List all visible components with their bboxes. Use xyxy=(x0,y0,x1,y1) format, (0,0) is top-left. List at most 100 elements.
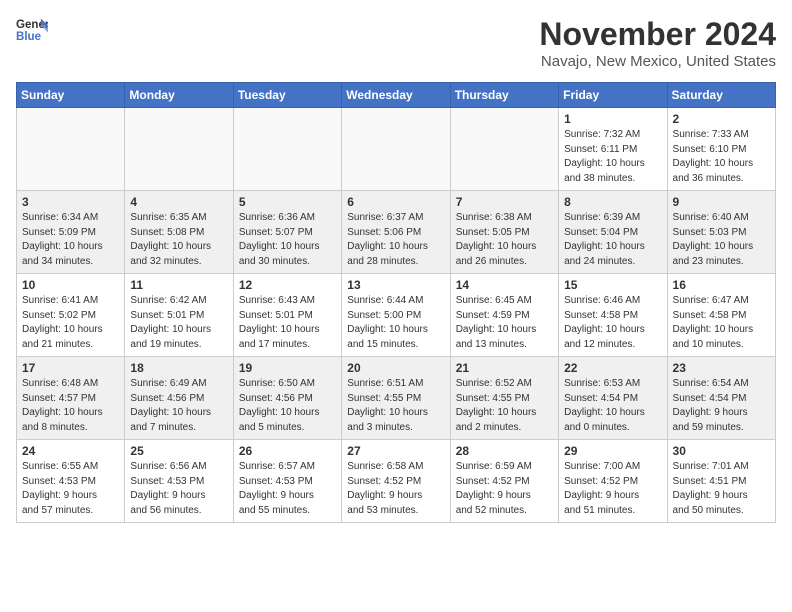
logo: General Blue xyxy=(16,16,48,44)
calendar-cell: 25 Sunrise: 6:56 AM Sunset: 4:53 PM Dayli… xyxy=(125,440,233,523)
day-info: Sunrise: 7:32 AM Sunset: 6:11 PM Dayligh… xyxy=(564,128,661,186)
day-info: Sunrise: 6:51 AM Sunset: 4:55 PM Dayligh… xyxy=(347,377,444,435)
day-header-sunday: Sunday xyxy=(17,83,125,108)
calendar-table: SundayMondayTuesdayWednesdayThursdayFrid… xyxy=(16,82,776,523)
day-info: Sunrise: 6:57 AM Sunset: 4:53 PM Dayligh… xyxy=(239,460,336,518)
calendar-cell: 20 Sunrise: 6:51 AM Sunset: 4:55 PM Dayli… xyxy=(342,357,450,440)
calendar-cell: 5Sunrise: 6:36 AM Sunset: 5:07 PM Daylig… xyxy=(233,191,341,274)
day-info: Sunrise: 6:37 AM Sunset: 5:06 PM Dayligh… xyxy=(347,211,444,269)
calendar-cell: 10Sunrise: 6:41 AM Sunset: 5:02 PM Dayli… xyxy=(17,274,125,357)
calendar-cell: 26 Sunrise: 6:57 AM Sunset: 4:53 PM Dayli… xyxy=(233,440,341,523)
day-info: Sunrise: 6:36 AM Sunset: 5:07 PM Dayligh… xyxy=(239,211,336,269)
day-info: Sunrise: 7:00 AM Sunset: 4:52 PM Dayligh… xyxy=(564,460,661,518)
day-header-tuesday: Tuesday xyxy=(233,83,341,108)
calendar-cell xyxy=(342,108,450,191)
calendar-cell: 11 Sunrise: 6:42 AM Sunset: 5:01 PM Dayli… xyxy=(125,274,233,357)
day-number: 3 xyxy=(22,195,119,209)
day-number: 17 xyxy=(22,361,119,375)
calendar-cell: 13 Sunrise: 6:44 AM Sunset: 5:00 PM Dayli… xyxy=(342,274,450,357)
day-header-thursday: Thursday xyxy=(450,83,558,108)
calendar-cell: 4 Sunrise: 6:35 AM Sunset: 5:08 PM Daylig… xyxy=(125,191,233,274)
day-number: 14 xyxy=(456,278,553,292)
calendar-cell: 28Sunrise: 6:59 AM Sunset: 4:52 PM Dayli… xyxy=(450,440,558,523)
week-row-3: 10Sunrise: 6:41 AM Sunset: 5:02 PM Dayli… xyxy=(17,274,776,357)
day-info: Sunrise: 6:46 AM Sunset: 4:58 PM Dayligh… xyxy=(564,294,661,352)
calendar-cell: 19 Sunrise: 6:50 AM Sunset: 4:56 PM Dayli… xyxy=(233,357,341,440)
month-title: November 2024 xyxy=(539,16,776,53)
day-number: 6 xyxy=(347,195,444,209)
calendar-cell: 14Sunrise: 6:45 AM Sunset: 4:59 PM Dayli… xyxy=(450,274,558,357)
day-number: 22 xyxy=(564,361,661,375)
calendar-cell: 12Sunrise: 6:43 AM Sunset: 5:01 PM Dayli… xyxy=(233,274,341,357)
day-number: 13 xyxy=(347,278,444,292)
calendar-cell: 30Sunrise: 7:01 AM Sunset: 4:51 PM Dayli… xyxy=(667,440,775,523)
calendar-cell: 1Sunrise: 7:32 AM Sunset: 6:11 PM Daylig… xyxy=(559,108,667,191)
calendar-cell: 24 Sunrise: 6:55 AM Sunset: 4:53 PM Dayli… xyxy=(17,440,125,523)
day-info: Sunrise: 6:52 AM Sunset: 4:55 PM Dayligh… xyxy=(456,377,553,435)
day-info: Sunrise: 6:34 AM Sunset: 5:09 PM Dayligh… xyxy=(22,211,119,269)
page-header: General Blue November 2024 Navajo, New M… xyxy=(16,16,776,70)
calendar-cell xyxy=(450,108,558,191)
day-number: 24 xyxy=(22,444,119,458)
calendar-cell: 18 Sunrise: 6:49 AM Sunset: 4:56 PM Dayli… xyxy=(125,357,233,440)
calendar-cell: 9 Sunrise: 6:40 AM Sunset: 5:03 PM Daylig… xyxy=(667,191,775,274)
day-header-wednesday: Wednesday xyxy=(342,83,450,108)
header-row: SundayMondayTuesdayWednesdayThursdayFrid… xyxy=(17,83,776,108)
day-number: 8 xyxy=(564,195,661,209)
day-info: Sunrise: 7:33 AM Sunset: 6:10 PM Dayligh… xyxy=(673,128,770,186)
calendar-cell: 16 Sunrise: 6:47 AM Sunset: 4:58 PM Dayli… xyxy=(667,274,775,357)
day-info: Sunrise: 6:40 AM Sunset: 5:03 PM Dayligh… xyxy=(673,211,770,269)
calendar-cell: 22 Sunrise: 6:53 AM Sunset: 4:54 PM Dayli… xyxy=(559,357,667,440)
week-row-2: 3 Sunrise: 6:34 AM Sunset: 5:09 PM Daylig… xyxy=(17,191,776,274)
day-number: 19 xyxy=(239,361,336,375)
calendar-cell: 23Sunrise: 6:54 AM Sunset: 4:54 PM Dayli… xyxy=(667,357,775,440)
day-number: 4 xyxy=(130,195,227,209)
day-info: Sunrise: 6:35 AM Sunset: 5:08 PM Dayligh… xyxy=(130,211,227,269)
calendar-cell: 17Sunrise: 6:48 AM Sunset: 4:57 PM Dayli… xyxy=(17,357,125,440)
day-header-friday: Friday xyxy=(559,83,667,108)
calendar-cell: 8 Sunrise: 6:39 AM Sunset: 5:04 PM Daylig… xyxy=(559,191,667,274)
day-info: Sunrise: 6:42 AM Sunset: 5:01 PM Dayligh… xyxy=(130,294,227,352)
day-number: 30 xyxy=(673,444,770,458)
day-info: Sunrise: 6:56 AM Sunset: 4:53 PM Dayligh… xyxy=(130,460,227,518)
calendar-cell xyxy=(17,108,125,191)
day-info: Sunrise: 6:44 AM Sunset: 5:00 PM Dayligh… xyxy=(347,294,444,352)
day-number: 26 xyxy=(239,444,336,458)
day-number: 10 xyxy=(22,278,119,292)
day-number: 21 xyxy=(456,361,553,375)
calendar-cell: 15 Sunrise: 6:46 AM Sunset: 4:58 PM Dayli… xyxy=(559,274,667,357)
calendar-cell xyxy=(125,108,233,191)
title-block: November 2024 Navajo, New Mexico, United… xyxy=(539,16,776,70)
day-number: 27 xyxy=(347,444,444,458)
day-number: 20 xyxy=(347,361,444,375)
day-number: 18 xyxy=(130,361,227,375)
day-number: 29 xyxy=(564,444,661,458)
day-info: Sunrise: 6:50 AM Sunset: 4:56 PM Dayligh… xyxy=(239,377,336,435)
day-number: 9 xyxy=(673,195,770,209)
day-info: Sunrise: 6:59 AM Sunset: 4:52 PM Dayligh… xyxy=(456,460,553,518)
calendar-cell: 29 Sunrise: 7:00 AM Sunset: 4:52 PM Dayli… xyxy=(559,440,667,523)
calendar-cell xyxy=(233,108,341,191)
location: Navajo, New Mexico, United States xyxy=(539,53,776,70)
day-info: Sunrise: 6:47 AM Sunset: 4:58 PM Dayligh… xyxy=(673,294,770,352)
week-row-5: 24 Sunrise: 6:55 AM Sunset: 4:53 PM Dayli… xyxy=(17,440,776,523)
day-number: 25 xyxy=(130,444,227,458)
day-info: Sunrise: 6:38 AM Sunset: 5:05 PM Dayligh… xyxy=(456,211,553,269)
day-number: 11 xyxy=(130,278,227,292)
day-info: Sunrise: 6:39 AM Sunset: 5:04 PM Dayligh… xyxy=(564,211,661,269)
day-info: Sunrise: 6:58 AM Sunset: 4:52 PM Dayligh… xyxy=(347,460,444,518)
day-info: Sunrise: 6:54 AM Sunset: 4:54 PM Dayligh… xyxy=(673,377,770,435)
calendar-cell: 27 Sunrise: 6:58 AM Sunset: 4:52 PM Dayli… xyxy=(342,440,450,523)
day-info: Sunrise: 6:55 AM Sunset: 4:53 PM Dayligh… xyxy=(22,460,119,518)
calendar-cell: 7 Sunrise: 6:38 AM Sunset: 5:05 PM Daylig… xyxy=(450,191,558,274)
calendar-cell: 21 Sunrise: 6:52 AM Sunset: 4:55 PM Dayli… xyxy=(450,357,558,440)
day-info: Sunrise: 6:53 AM Sunset: 4:54 PM Dayligh… xyxy=(564,377,661,435)
day-number: 15 xyxy=(564,278,661,292)
week-row-1: 1Sunrise: 7:32 AM Sunset: 6:11 PM Daylig… xyxy=(17,108,776,191)
day-number: 2 xyxy=(673,112,770,126)
day-number: 7 xyxy=(456,195,553,209)
day-info: Sunrise: 6:43 AM Sunset: 5:01 PM Dayligh… xyxy=(239,294,336,352)
day-number: 16 xyxy=(673,278,770,292)
day-header-saturday: Saturday xyxy=(667,83,775,108)
day-info: Sunrise: 6:49 AM Sunset: 4:56 PM Dayligh… xyxy=(130,377,227,435)
